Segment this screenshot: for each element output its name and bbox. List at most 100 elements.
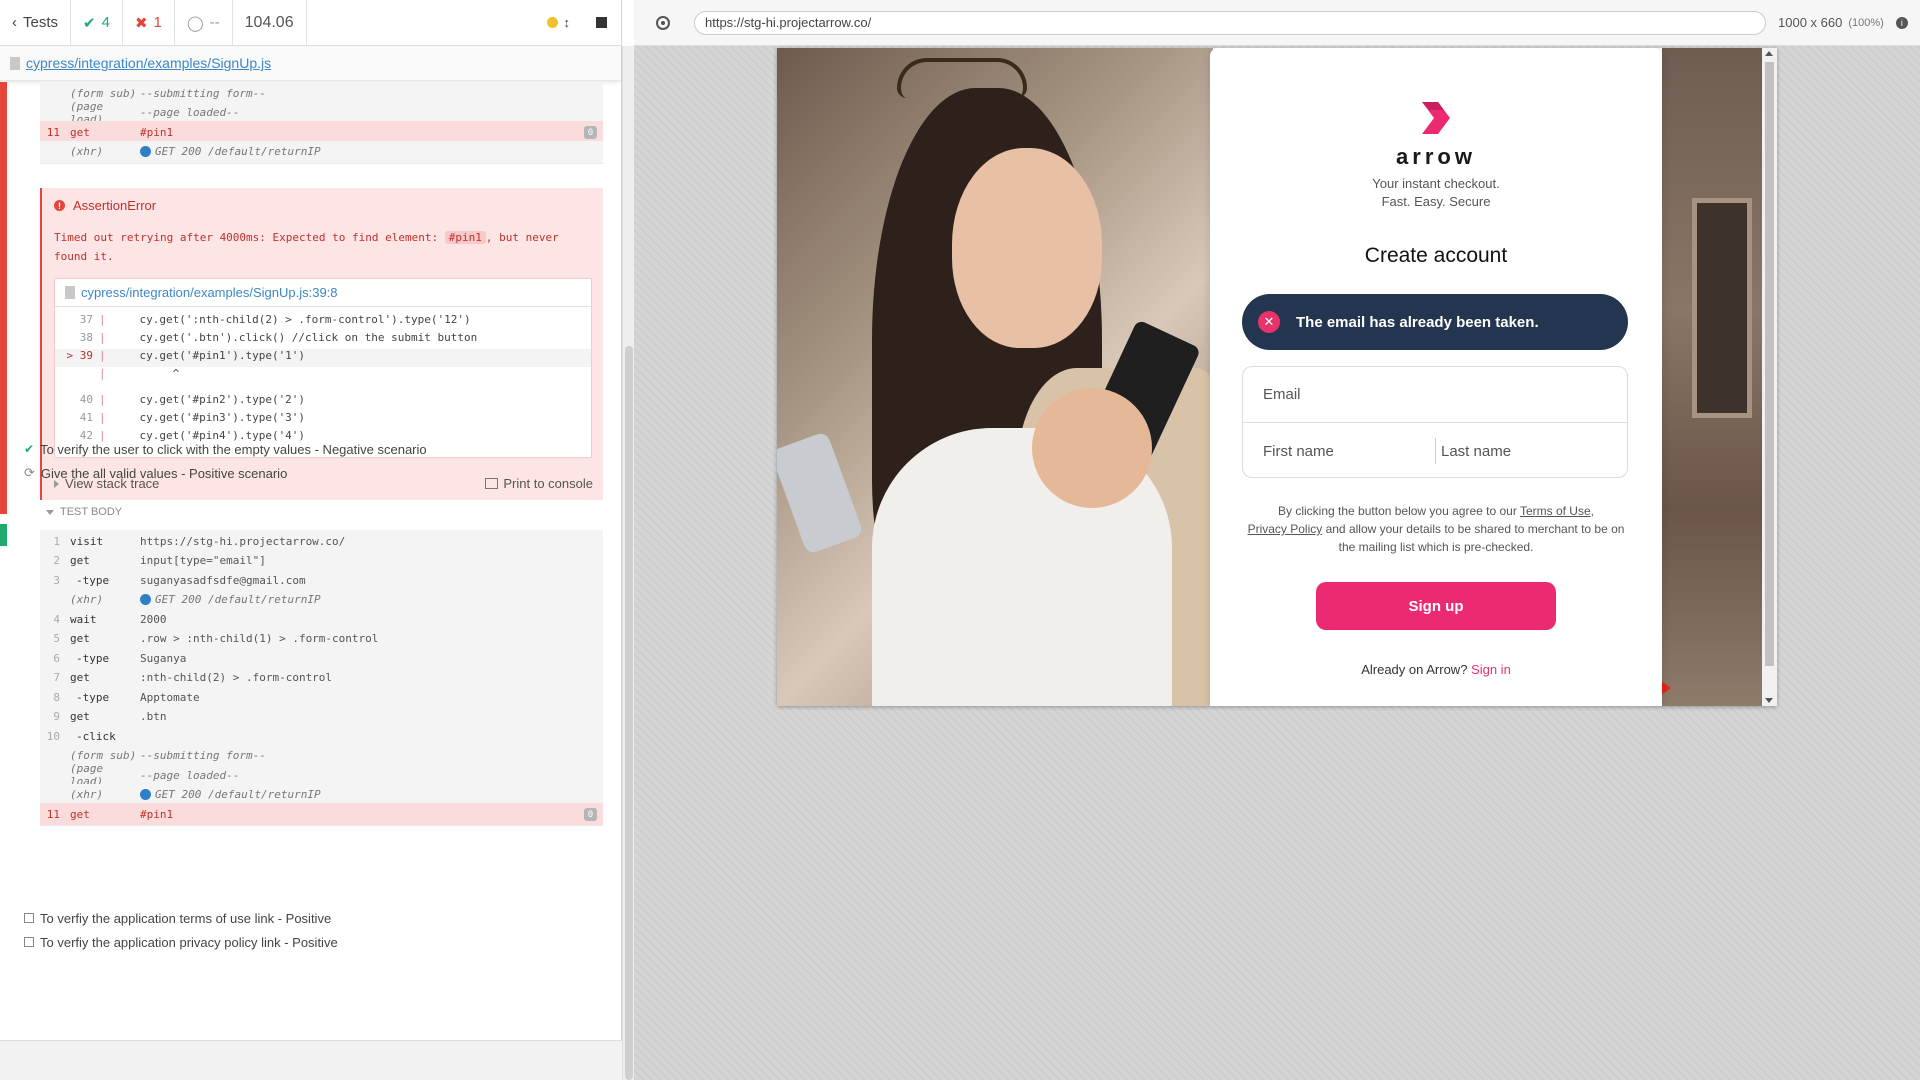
command-message: --page loaded-- bbox=[140, 769, 239, 782]
pin-badge-icon[interactable]: 0 bbox=[584, 126, 597, 139]
scrollbar-thumb[interactable] bbox=[625, 346, 633, 1080]
scroll-up-icon[interactable] bbox=[1765, 51, 1773, 56]
viewport-dimensions: 1000 x 660 bbox=[1778, 15, 1843, 30]
command-message-text: 2000 bbox=[140, 612, 167, 626]
test-title-row[interactable]: To verfiy the application privacy policy… bbox=[24, 931, 338, 953]
terms-of-use-link[interactable]: Terms of Use bbox=[1520, 504, 1591, 518]
arrow-logo-icon bbox=[1422, 102, 1450, 134]
test-title-row[interactable]: ⟳ Give the all valid values - Positive sc… bbox=[24, 462, 287, 484]
brand-name: arrow bbox=[1396, 144, 1476, 169]
command-name: (xhr) bbox=[70, 145, 104, 158]
scroll-down-icon[interactable] bbox=[1765, 698, 1773, 703]
command-message-text: --submitting form-- bbox=[140, 749, 266, 762]
reporter-footer bbox=[0, 1040, 622, 1080]
spec-file-header[interactable]: cypress/integration/examples/SignUp.js bbox=[0, 46, 621, 81]
viewport-info[interactable]: 1000 x 660 (100%) i bbox=[1778, 15, 1908, 30]
command-row[interactable]: (xhr) GET 200 /default/returnIP bbox=[40, 140, 603, 164]
xhr-status-icon bbox=[140, 146, 151, 157]
command-message: GET 200 /default/returnIP bbox=[140, 788, 321, 801]
code-line-number: > 39 bbox=[66, 349, 94, 362]
pending-count[interactable]: ◯ -- bbox=[175, 0, 233, 46]
code-source: cy.get('#pin3').type('3') bbox=[113, 411, 306, 424]
command-row-failed[interactable]: 11 get #pin1 0 bbox=[40, 803, 603, 826]
code-line-number: 37 bbox=[79, 313, 93, 326]
code-line-number: 40 bbox=[79, 393, 93, 406]
code-line: 40 | cy.get('#pin2').type('2') bbox=[55, 393, 591, 411]
command-message: --page loaded-- bbox=[140, 106, 239, 119]
photo-sunglasses bbox=[897, 58, 1027, 98]
first-name-field[interactable]: First name bbox=[1243, 423, 1435, 479]
test-title-row[interactable]: ✔ To verify the user to click with the em… bbox=[24, 438, 427, 460]
chevron-left-icon: ‹ bbox=[12, 14, 17, 31]
iframe-scrollbar-thumb[interactable] bbox=[1765, 62, 1774, 666]
info-icon: i bbox=[1895, 16, 1908, 29]
print-to-console-button[interactable]: Print to console bbox=[485, 476, 593, 491]
passed-number: 4 bbox=[101, 14, 110, 31]
command-name: -type bbox=[76, 651, 110, 665]
close-circle-icon[interactable]: ✕ bbox=[1258, 311, 1280, 333]
circle-icon: ◯ bbox=[186, 14, 204, 32]
command-name: visit bbox=[70, 534, 104, 548]
hero-photo bbox=[777, 48, 1213, 706]
command-name: (form sub) bbox=[70, 749, 137, 762]
failed-count[interactable]: ✖ 1 bbox=[123, 0, 175, 46]
email-field[interactable]: Email bbox=[1243, 367, 1627, 423]
reporter-panel: ‹ Tests ✔ 4 ✖ 1 ◯ -- 104.06 ↕ cypress/in… bbox=[0, 0, 622, 1080]
privacy-policy-link[interactable]: Privacy Policy bbox=[1248, 522, 1323, 536]
code-gutter: | bbox=[99, 393, 106, 406]
toast-message: The email has already been taken. bbox=[1296, 313, 1539, 331]
code-source: cy.get('#pin1').type('1') bbox=[113, 349, 306, 362]
command-number: 10 bbox=[46, 729, 60, 743]
building-window bbox=[1692, 198, 1752, 418]
stop-icon[interactable] bbox=[596, 17, 607, 28]
command-number: 9 bbox=[53, 710, 60, 723]
print-console-label: Print to console bbox=[503, 475, 593, 491]
selector-playground-icon[interactable] bbox=[656, 15, 670, 30]
terms-suffix: and allow your details to be shared to m… bbox=[1322, 522, 1625, 554]
code-line: > 39 | cy.get('#pin1').type('1') bbox=[55, 349, 591, 367]
pending-square-icon bbox=[24, 937, 34, 947]
test-title: To verfiy the application terms of use l… bbox=[40, 910, 332, 926]
command-name: (form sub) bbox=[70, 86, 137, 100]
code-gutter: | bbox=[99, 411, 106, 424]
check-icon: ✔ bbox=[83, 14, 96, 32]
test-body-header[interactable]: TEST BODY bbox=[46, 506, 122, 518]
url-bar[interactable]: https://stg-hi.projectarrow.co/ bbox=[694, 10, 1766, 35]
command-message-text: GET 200 /default/returnIP bbox=[155, 145, 321, 158]
code-gutter: | bbox=[99, 331, 106, 344]
test-title-row[interactable]: To verfiy the application terms of use l… bbox=[24, 907, 331, 929]
xhr-status-icon bbox=[140, 789, 151, 800]
code-frame: cypress/integration/examples/SignUp.js:3… bbox=[54, 278, 592, 458]
tests-label: Tests bbox=[23, 14, 59, 31]
already-account-row: Already on Arrow? Sign in bbox=[1210, 662, 1662, 677]
passed-count[interactable]: ✔ 4 bbox=[71, 0, 123, 46]
command-message-text: --page loaded-- bbox=[140, 106, 240, 119]
sign-in-link[interactable]: Sign in bbox=[1471, 662, 1511, 677]
command-message-text: --page loaded-- bbox=[140, 768, 240, 782]
sign-up-button[interactable]: Sign up bbox=[1316, 582, 1556, 630]
xhr-status-icon bbox=[140, 594, 151, 605]
duration: 104.06 bbox=[233, 0, 307, 46]
reporter-scrollbar[interactable] bbox=[622, 46, 634, 1080]
code-frame-path: cypress/integration/examples/SignUp.js:3… bbox=[81, 285, 338, 300]
pin-badge-icon[interactable]: 0 bbox=[584, 808, 597, 821]
code-frame-file-link[interactable]: cypress/integration/examples/SignUp.js:3… bbox=[55, 279, 591, 307]
error-toast: ✕ The email has already been taken. bbox=[1242, 294, 1628, 350]
command-message: GET 200 /default/returnIP bbox=[140, 593, 321, 606]
command-message: Suganya bbox=[140, 652, 186, 665]
test-title: Give the all valid values - Positive sce… bbox=[40, 465, 288, 481]
code-line: 37 | cy.get(':nth-child(2) > .form-contro… bbox=[55, 313, 591, 331]
code-source: cy.get('.btn').click() //click on the su… bbox=[113, 331, 478, 344]
auto-scroll-toggle[interactable]: ↕ bbox=[546, 15, 570, 30]
failed-test-stripe bbox=[0, 82, 7, 514]
tests-button[interactable]: ‹ Tests bbox=[0, 0, 72, 46]
preview-panel: https://stg-hi.projectarrow.co/ 1000 x 6… bbox=[634, 0, 1920, 1080]
tagline-1: Your instant checkout. bbox=[1372, 176, 1500, 191]
command-name: get bbox=[70, 632, 90, 645]
iframe-scrollbar[interactable] bbox=[1762, 48, 1777, 706]
last-name-field[interactable]: Last name bbox=[1439, 423, 1627, 479]
command-name: get bbox=[70, 807, 90, 821]
background-building bbox=[1662, 48, 1777, 706]
photo-face bbox=[952, 148, 1102, 348]
command-number: 1 bbox=[53, 534, 60, 548]
